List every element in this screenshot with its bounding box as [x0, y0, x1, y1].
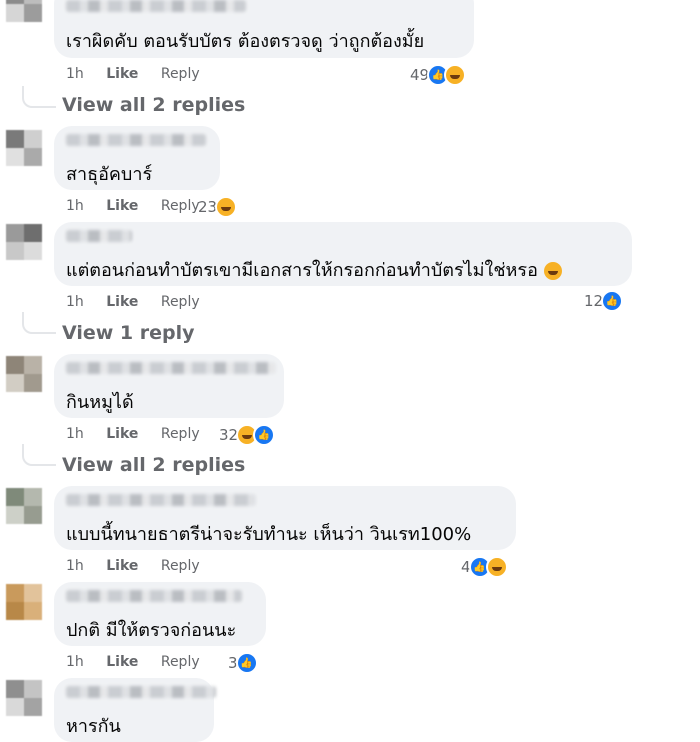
haha-icon — [485, 556, 508, 578]
comment-bubble: แบบนี้ทนายธาตรีน่าจะรับทำนะ เห็นว่า วินเ… — [54, 486, 516, 550]
reply-button[interactable]: Reply — [161, 66, 200, 82]
rofl-emoji-icon — [543, 262, 562, 280]
avatar[interactable] — [6, 356, 42, 392]
reaction-summary[interactable]: 4 👍 — [461, 556, 508, 578]
like-button[interactable]: Like — [106, 294, 138, 310]
comment-time[interactable]: 1h — [66, 654, 84, 670]
reply-button[interactable]: Reply — [161, 654, 200, 670]
comment-text: กินหมูได้ — [66, 392, 134, 413]
like-button[interactable]: Like — [106, 66, 138, 82]
commenter-name[interactable] — [66, 686, 216, 698]
comment-time[interactable]: 1h — [66, 426, 84, 442]
reaction-summary[interactable]: 49 👍 — [410, 64, 467, 86]
comment-time[interactable]: 1h — [66, 558, 84, 574]
comment-time[interactable]: 1h — [66, 294, 84, 310]
comment-bubble: ปกติ มีให้ตรวจก่อนนะ — [54, 582, 266, 646]
thread-line — [22, 86, 56, 108]
avatar[interactable] — [6, 0, 42, 22]
like-icon: 👍 — [235, 652, 258, 674]
view-replies-link[interactable]: View 1 reply — [62, 322, 195, 344]
avatar[interactable] — [6, 680, 42, 716]
reaction-summary[interactable]: 3 👍 — [228, 652, 258, 674]
avatar[interactable] — [6, 130, 42, 166]
comment-text: แต่ตอนก่อนทำบัตรเขามีเอกสารให้กรอกก่อนทำ… — [66, 255, 562, 284]
comment-text: หารกัน — [66, 716, 121, 737]
comment-text: เราผิดคับ ตอนรับบัตร ต้องตรวจดู ว่าถูกต้… — [66, 31, 425, 52]
comment-bubble: เราผิดคับ ตอนรับบัตร ต้องตรวจดู ว่าถูกต้… — [54, 0, 474, 58]
comment-text: แบบนี้ทนายธาตรีน่าจะรับทำนะ เห็นว่า วินเ… — [66, 524, 472, 545]
like-button[interactable]: Like — [106, 426, 138, 442]
reaction-summary[interactable]: 23 — [198, 196, 238, 218]
like-icon: 👍 — [601, 290, 624, 312]
comment-actions: 1h Like Reply — [66, 66, 218, 82]
comment-bubble: แต่ตอนก่อนทำบัตรเขามีเอกสารให้กรอกก่อนทำ… — [54, 222, 632, 286]
avatar[interactable] — [6, 488, 42, 524]
reaction-summary[interactable]: 32 👍 — [219, 424, 276, 446]
commenter-name[interactable] — [66, 134, 206, 146]
avatar[interactable] — [6, 584, 42, 620]
thread-line — [22, 312, 56, 334]
like-button[interactable]: Like — [106, 558, 138, 574]
commenter-name[interactable] — [66, 0, 246, 12]
reaction-summary[interactable]: 12 👍 — [584, 290, 624, 312]
comment-bubble: หารกัน — [54, 678, 216, 742]
commenter-name[interactable] — [66, 230, 132, 242]
reply-button[interactable]: Reply — [161, 294, 200, 310]
comment-actions: 1h Like Reply — [66, 294, 218, 310]
comment-bubble: กินหมูได้ — [54, 354, 284, 418]
comment-actions: 1h Like Reply — [66, 426, 218, 442]
thread-line — [22, 444, 56, 466]
comment-text: ปกติ มีให้ตรวจก่อนนะ — [66, 620, 237, 641]
commenter-name[interactable] — [66, 494, 256, 506]
haha-icon — [444, 64, 467, 86]
reply-button[interactable]: Reply — [161, 198, 200, 214]
comment-text: สาธุอัคบาร์ — [66, 164, 153, 185]
comment-bubble: สาธุอัคบาร์ — [54, 126, 220, 190]
like-icon: 👍 — [253, 424, 276, 446]
view-replies-link[interactable]: View all 2 replies — [62, 454, 245, 476]
commenter-name[interactable] — [66, 590, 242, 602]
comment-actions: 1h Like Reply — [66, 654, 218, 670]
like-button[interactable]: Like — [106, 198, 138, 214]
view-replies-link[interactable]: View all 2 replies — [62, 94, 245, 116]
reply-button[interactable]: Reply — [161, 558, 200, 574]
haha-icon — [215, 196, 238, 218]
comment-time[interactable]: 1h — [66, 66, 84, 82]
comment-text-content: แต่ตอนก่อนทำบัตรเขามีเอกสารให้กรอกก่อนทำ… — [66, 260, 538, 281]
comment-actions: 1h Like Reply — [66, 558, 218, 574]
like-button[interactable]: Like — [106, 654, 138, 670]
comment-actions: 1h Like Reply — [66, 198, 218, 214]
avatar[interactable] — [6, 224, 42, 260]
comment-time[interactable]: 1h — [66, 198, 84, 214]
commenter-name[interactable] — [66, 362, 276, 374]
reply-button[interactable]: Reply — [161, 426, 200, 442]
